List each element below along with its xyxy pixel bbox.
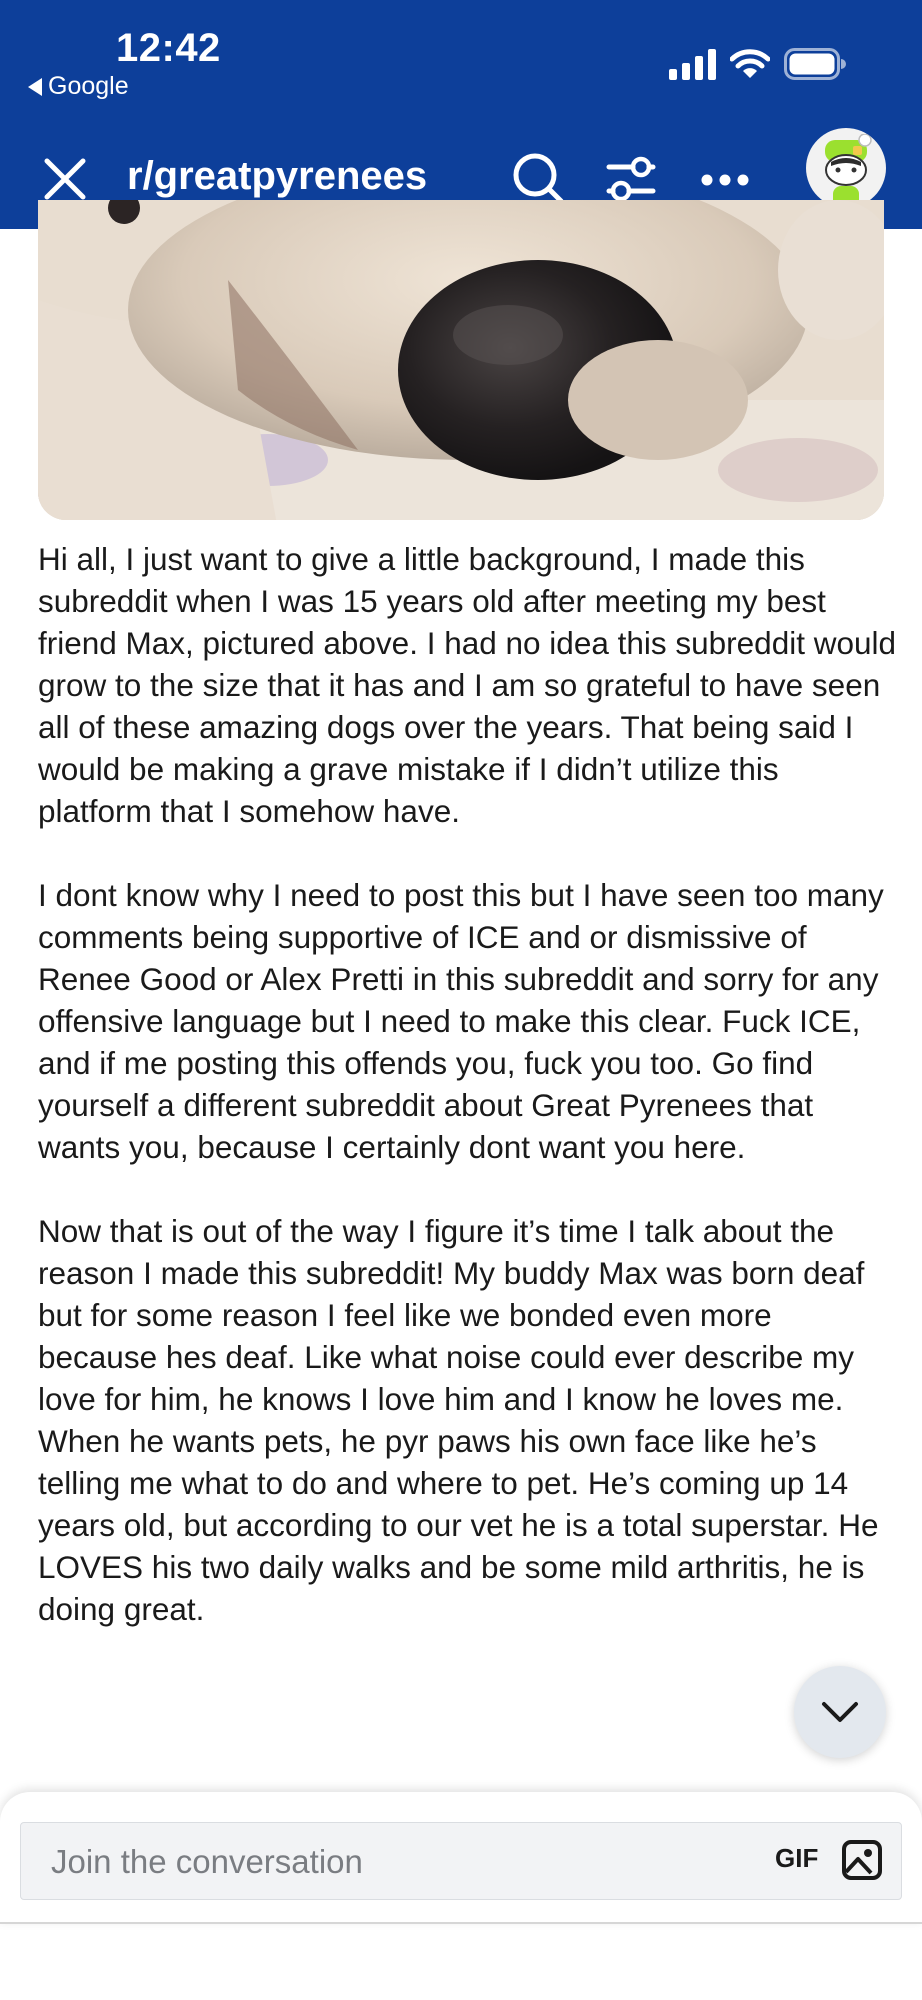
search-button[interactable] bbox=[510, 150, 566, 206]
app-header: 12:42 Google r/greatpyrenees bbox=[0, 0, 922, 229]
subreddit-title[interactable]: r/greatpyrenees bbox=[127, 154, 427, 199]
battery-icon bbox=[784, 48, 846, 80]
chevron-down-icon bbox=[822, 1702, 858, 1722]
close-icon bbox=[44, 158, 86, 200]
status-time: 12:42 bbox=[116, 26, 221, 70]
comment-bar: GIF bbox=[0, 1792, 922, 1924]
more-options-button[interactable] bbox=[698, 160, 752, 200]
more-icon bbox=[701, 174, 749, 186]
status-icons bbox=[669, 48, 846, 80]
user-avatar[interactable] bbox=[806, 128, 886, 208]
back-app-label: Google bbox=[48, 72, 129, 100]
back-to-google-link[interactable]: Google bbox=[28, 72, 129, 101]
post-image[interactable] bbox=[38, 200, 884, 520]
filter-button[interactable] bbox=[604, 152, 658, 206]
image-icon bbox=[842, 1840, 882, 1880]
post-paragraph-1: Hi all, I just want to give a little bac… bbox=[38, 541, 897, 829]
join-conversation-input[interactable] bbox=[49, 1823, 753, 1901]
dog-photo bbox=[38, 200, 884, 520]
post-body: Hi all, I just want to give a little bac… bbox=[38, 538, 898, 1672]
add-image-button[interactable] bbox=[841, 1839, 883, 1886]
comment-input-box[interactable]: GIF bbox=[20, 1822, 902, 1901]
back-triangle-icon bbox=[28, 77, 42, 96]
search-icon bbox=[513, 153, 564, 204]
post-paragraph-3: Now that is out of the way I figure it’s… bbox=[38, 1213, 879, 1627]
gif-button[interactable]: GIF bbox=[775, 1843, 818, 1874]
scroll-down-button[interactable] bbox=[794, 1666, 886, 1758]
cellular-signal-icon bbox=[669, 48, 716, 80]
close-button[interactable] bbox=[40, 154, 90, 204]
post-paragraph-2: I dont know why I need to post this but … bbox=[38, 877, 884, 1165]
snoo-avatar-icon bbox=[825, 134, 872, 208]
filter-icon bbox=[606, 156, 656, 202]
wifi-icon bbox=[730, 49, 770, 78]
